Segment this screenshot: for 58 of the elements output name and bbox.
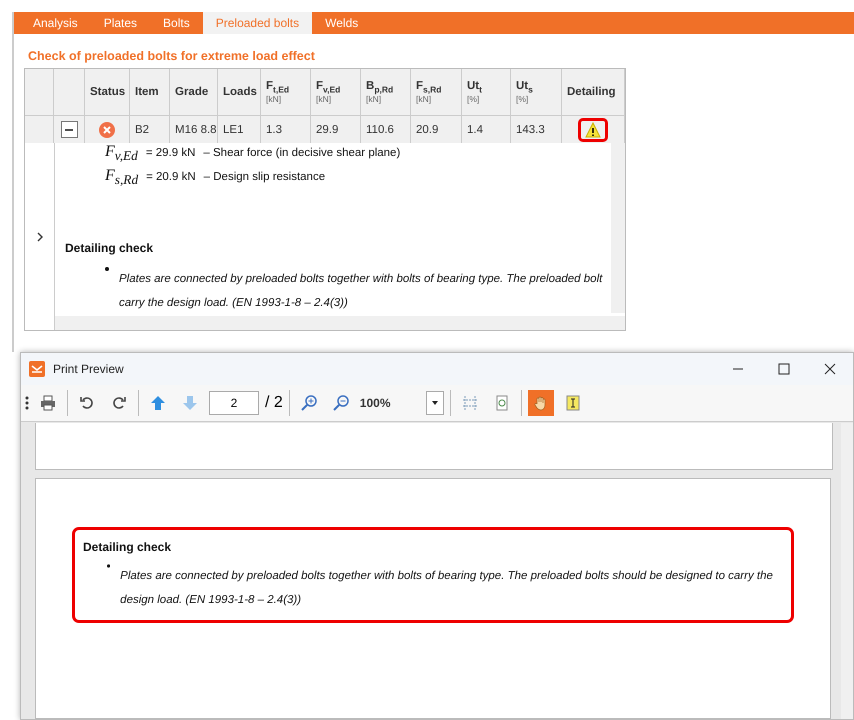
- formula-value: = 29.9 kN: [146, 147, 196, 159]
- bullet-text: Plates are connected by preloaded bolts together with bolts of bearing type. The preloaded bolts should be designed to carry the design load. (EN 1993-1-8 – 2.4(3)): [120, 569, 774, 608]
- bullet-text: Plates are connected by preloaded bolts together with bolts of bearing type. The preloaded bolt: [119, 272, 602, 287]
- detail-heading: Detailing check: [65, 241, 154, 255]
- detail-heading: Detailing check: [83, 540, 172, 554]
- formula-symbol: F$_{v,Ed}$: [105, 143, 138, 164]
- vertical-scrollbar[interactable]: [611, 143, 625, 313]
- tab[interactable]: Bolts: [150, 12, 203, 34]
- page-margins-icon: [462, 395, 478, 411]
- window-title: Print Preview: [53, 362, 124, 376]
- tab[interactable]: Welds: [312, 12, 372, 34]
- column-header: F$_{v,Ed}$ [kN]: [311, 69, 361, 115]
- formula-description: – Design slip resistance: [204, 171, 326, 183]
- column-header: Item: [130, 69, 170, 115]
- grip-icon: [25, 395, 29, 411]
- page-number-field[interactable]: 2: [209, 391, 259, 415]
- column-header: Ut$_{s}$ [%]: [511, 69, 562, 115]
- bullet-icon: [105, 267, 109, 271]
- column-header: Detailing: [562, 69, 625, 115]
- printer-icon: [40, 395, 56, 411]
- bullet-icon: [107, 564, 110, 568]
- close-icon: [824, 363, 836, 375]
- arrow-up-icon: [150, 395, 166, 411]
- zoom-dropdown[interactable]: [426, 391, 444, 415]
- page-refresh-icon: [494, 395, 510, 411]
- zoom-out-icon: [332, 395, 349, 411]
- collapse-toggle[interactable]: [60, 121, 78, 138]
- column-header: Grade: [170, 69, 218, 115]
- horizontal-scrollbar[interactable]: [55, 316, 625, 330]
- formula-symbol: F$_{s,Rd}$: [105, 167, 138, 188]
- vertical-scrollbar[interactable]: [841, 423, 853, 719]
- tab[interactable]: Plates: [90, 12, 150, 34]
- text-select-icon: [564, 395, 581, 411]
- column-header: Ut$_{t}$ [%]: [462, 69, 511, 115]
- bullet-text: carry the design load. (EN 1993-1-8 – 2.4(3)): [119, 296, 348, 311]
- maximize-icon: [778, 363, 790, 375]
- column-header: Status: [85, 69, 130, 115]
- chevron-right-icon: [34, 232, 44, 242]
- zoom-in-icon: [300, 395, 317, 411]
- caret-icon: [430, 399, 439, 407]
- column-header: F$_{t,Ed}$ [kN]: [261, 69, 311, 115]
- app-icon: [29, 361, 45, 377]
- arrow-down-icon: [182, 395, 198, 411]
- tab[interactable]: Analysis: [20, 12, 91, 34]
- section-title: Check of preloaded bolts for extreme load effect: [28, 49, 316, 63]
- column-header: B$_{p,Rd}$ [kN]: [361, 69, 411, 115]
- formula-description: – Shear force (in decisive shear plane): [203, 147, 400, 159]
- undo-icon: [79, 395, 95, 411]
- page-total: / 2: [265, 394, 283, 412]
- error-icon: [99, 122, 115, 138]
- formula-value: = 20.9 kN: [146, 171, 196, 183]
- column-header: Loads: [218, 69, 261, 115]
- redo-icon: [111, 395, 127, 411]
- hand-tool-button[interactable]: [528, 390, 554, 416]
- zoom-level: 100%: [360, 396, 392, 410]
- warning-icon: [585, 122, 601, 138]
- column-header: F$_{s,Rd}$ [kN]: [411, 69, 462, 115]
- tab[interactable]: Preloaded bolts: [202, 12, 312, 34]
